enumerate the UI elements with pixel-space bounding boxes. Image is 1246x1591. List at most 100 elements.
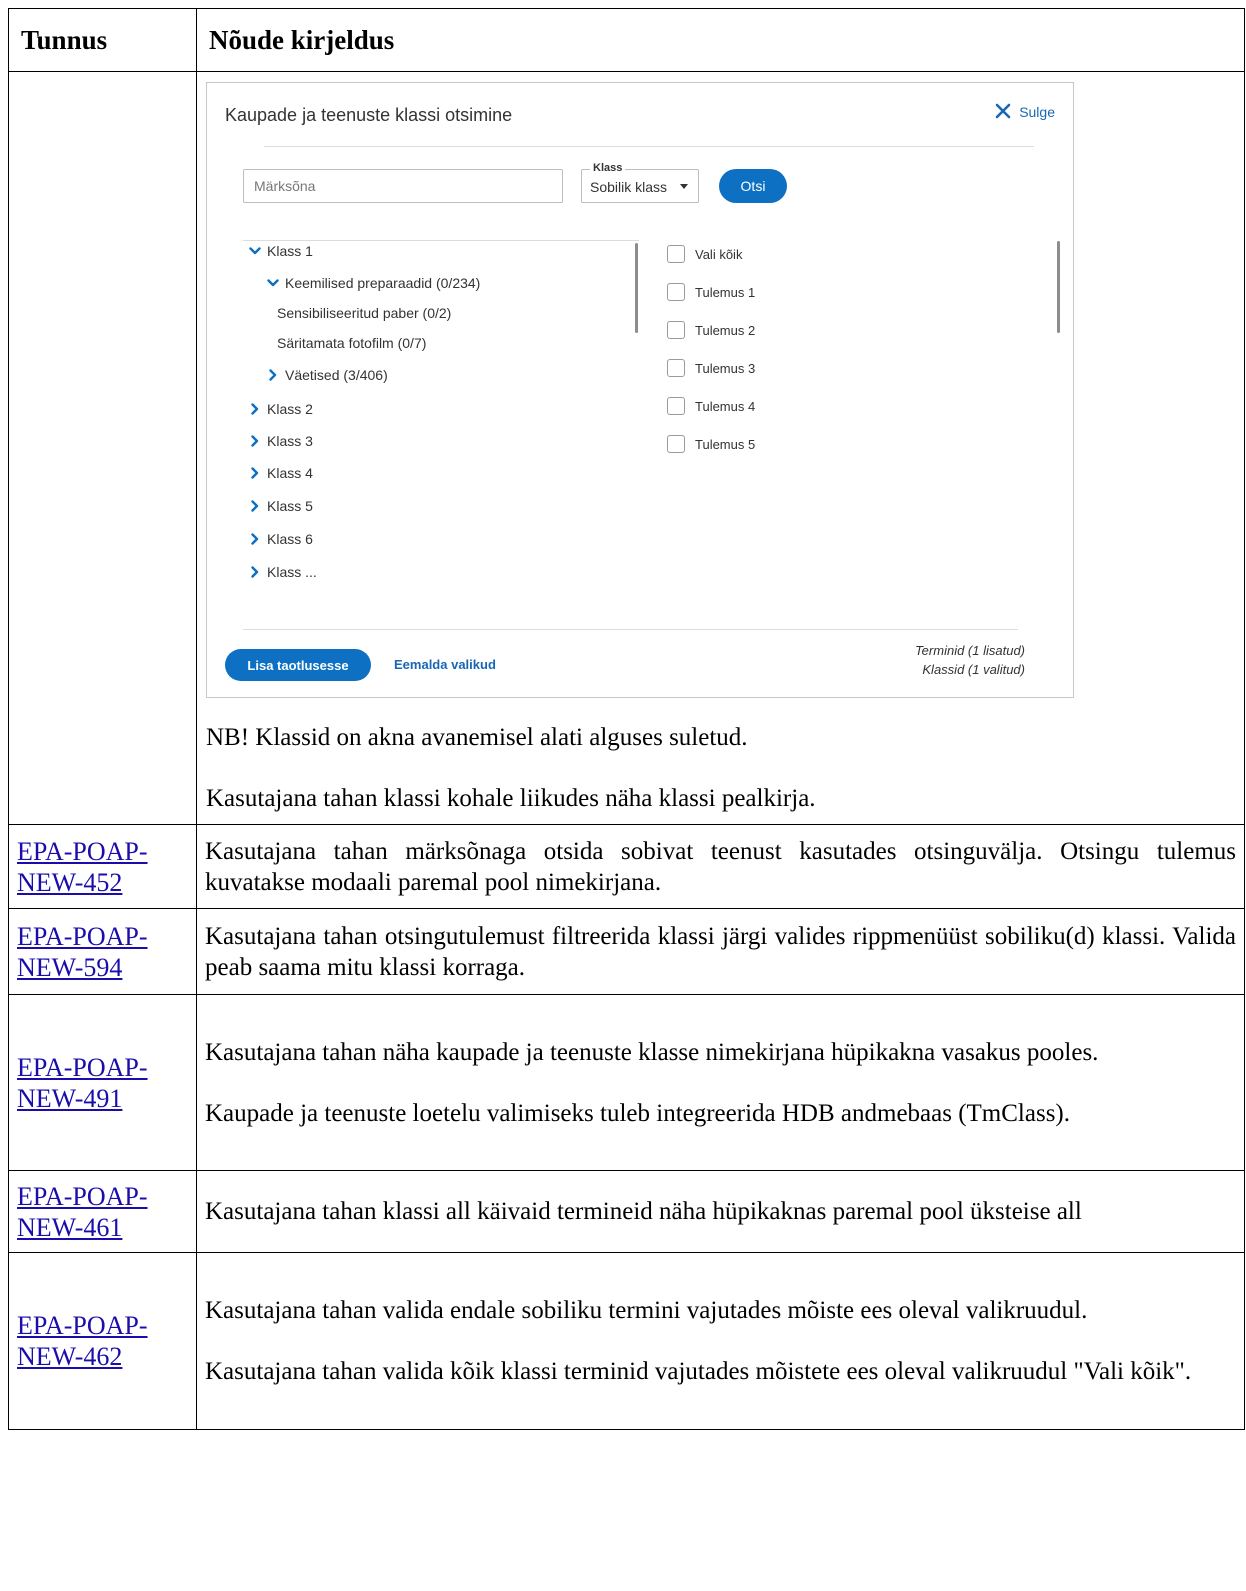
tree-item-label: Klass 5 bbox=[267, 498, 313, 514]
requirement-link[interactable]: EPA-POAP- NEW-594 bbox=[17, 921, 148, 983]
requirement-link[interactable]: EPA-POAP- NEW-461 bbox=[17, 1181, 148, 1243]
tree-item-label: Klass 3 bbox=[267, 433, 313, 449]
requirement-id-cell: EPA-POAP- NEW-452 bbox=[8, 824, 197, 909]
tree-item-label: Sensibiliseeritud paber (0/2) bbox=[277, 305, 452, 321]
link-line-2: NEW-491 bbox=[17, 1083, 123, 1113]
requirement-link[interactable]: EPA-POAP- NEW-491 bbox=[17, 1052, 148, 1114]
result-item[interactable]: Tulemus 4 bbox=[667, 397, 755, 415]
chevron-right-icon[interactable] bbox=[249, 533, 261, 545]
select-all-checkbox[interactable] bbox=[667, 245, 685, 263]
chevron-right-icon[interactable] bbox=[249, 500, 261, 512]
chevron-right-icon[interactable] bbox=[267, 369, 279, 381]
description-paragraph: Kasutajana tahan näha kaupade ja teenust… bbox=[205, 1038, 1099, 1066]
description-paragraph: Kasutajana tahan märksõnaga otsida sobiv… bbox=[205, 837, 1236, 896]
requirement-id-cell: EPA-POAP- NEW-491 bbox=[8, 994, 197, 1171]
select-all-item[interactable]: Vali kõik bbox=[667, 245, 742, 263]
result-item[interactable]: Tulemus 5 bbox=[667, 435, 755, 453]
result-item[interactable]: Tulemus 1 bbox=[667, 283, 755, 301]
table-row: EPA-POAP- NEW-461 Kasutajana tahan klassi… bbox=[8, 1170, 1245, 1253]
tree-item[interactable]: Klass 5 bbox=[249, 498, 313, 514]
header-id: Tunnus bbox=[8, 8, 197, 72]
result-checkbox[interactable] bbox=[667, 397, 685, 415]
tree-item-label: Klass 6 bbox=[267, 531, 313, 547]
title-divider bbox=[264, 146, 1034, 147]
requirement-description: Kasutajana tahan näha kaupade ja teenust… bbox=[196, 994, 1245, 1171]
empty-id-cell bbox=[8, 71, 197, 825]
table-row: EPA-POAP- NEW-594 Kasutajana tahan otsing… bbox=[8, 908, 1245, 995]
table-row: EPA-POAP- NEW-462 Kasutajana tahan valida… bbox=[8, 1252, 1245, 1430]
description-paragraph: Kasutajana tahan valida endale sobiliku … bbox=[205, 1297, 1088, 1324]
requirement-id-cell: EPA-POAP- NEW-461 bbox=[8, 1170, 197, 1253]
class-select-value: Sobilik klass bbox=[590, 179, 668, 195]
close-label: Sulge bbox=[1019, 104, 1055, 120]
close-button[interactable]: Sulge bbox=[995, 101, 1055, 123]
add-to-application-button[interactable]: Lisa taotlusesse bbox=[225, 649, 371, 681]
result-label: Tulemus 4 bbox=[695, 398, 756, 414]
chevron-down-icon[interactable] bbox=[267, 277, 279, 289]
tree-item-label: Klass 2 bbox=[267, 401, 313, 417]
tree-top-divider bbox=[243, 240, 639, 241]
chevron-right-icon[interactable] bbox=[249, 566, 261, 578]
class-select[interactable]: Klass Sobilik klass bbox=[581, 162, 699, 203]
mockup-cell: Kaupade ja teenuste klassi otsimine Sulg… bbox=[196, 71, 1245, 825]
remove-selections-link[interactable]: Eemalda valikud bbox=[394, 657, 496, 672]
link-line-1: EPA-POAP- bbox=[17, 921, 148, 951]
tree-item-label: Klass 1 bbox=[267, 243, 313, 259]
class-select-label: Klass bbox=[590, 162, 626, 174]
tree-item-label: Väetised (3/406) bbox=[285, 367, 388, 383]
link-line-2: NEW-452 bbox=[17, 867, 123, 897]
tree-item[interactable]: Klass 3 bbox=[249, 433, 313, 449]
table-row: EPA-POAP- NEW-491 Kasutajana tahan näha k… bbox=[8, 994, 1245, 1171]
modal-title: Kaupade ja teenuste klassi otsimine bbox=[225, 105, 513, 125]
table-row-mockup: Kaupade ja teenuste klassi otsimine Sulg… bbox=[8, 71, 1245, 825]
keyword-search-input[interactable] bbox=[243, 169, 563, 203]
selection-summary: Terminid (1 lisatud) Klassid (1 valitud) bbox=[915, 641, 1025, 679]
tree-item[interactable]: Klass 6 bbox=[249, 531, 313, 547]
tree-item[interactable]: Sensibiliseeritud paber (0/2) bbox=[277, 305, 451, 321]
tree-item[interactable]: Keemilised preparaadid (0/234) bbox=[267, 275, 480, 291]
tree-item[interactable]: Klass 4 bbox=[249, 465, 313, 481]
tree-item[interactable]: Klass 2 bbox=[249, 401, 313, 417]
summary-classes: Klassid (1 valitud) bbox=[922, 662, 1025, 677]
note-closed-classes: NB! Klassid on akna avanemisel alati alg… bbox=[206, 724, 748, 751]
link-line-2: NEW-462 bbox=[17, 1342, 123, 1371]
tree-item-label: Klass 4 bbox=[267, 465, 313, 481]
result-label: Vali kõik bbox=[695, 246, 743, 262]
link-line-1: EPA-POAP- bbox=[17, 1311, 148, 1340]
tree-item-label: Säritamata fotofilm (0/7) bbox=[277, 335, 427, 351]
tree-item-label: Klass ... bbox=[267, 564, 317, 580]
tree-item[interactable]: Väetised (3/406) bbox=[267, 367, 388, 383]
requirement-description: Kasutajana tahan otsingutulemust filtree… bbox=[196, 908, 1245, 995]
tree-item[interactable]: Klass 1 bbox=[249, 243, 313, 259]
search-button[interactable]: Otsi bbox=[719, 169, 787, 203]
requirements-table: Tunnus Nõude kirjeldus Kaupade ja teenus… bbox=[8, 8, 1245, 1430]
tree-item[interactable]: Klass ... bbox=[249, 564, 317, 580]
link-line-2: NEW-461 bbox=[17, 1212, 123, 1242]
requirement-id-cell: EPA-POAP- NEW-462 bbox=[8, 1252, 197, 1430]
result-item[interactable]: Tulemus 2 bbox=[667, 321, 755, 339]
chevron-right-icon[interactable] bbox=[249, 467, 261, 479]
caret-down-icon bbox=[680, 184, 688, 189]
result-label: Tulemus 5 bbox=[695, 436, 756, 452]
link-line-1: EPA-POAP- bbox=[17, 1181, 148, 1211]
chevron-right-icon[interactable] bbox=[249, 435, 261, 447]
tree-scrollbar[interactable] bbox=[635, 243, 638, 333]
description-paragraph: Kasutajana tahan klassi all käivaid term… bbox=[205, 1198, 1082, 1225]
description-paragraph: Kasutajana tahan valida kõik klassi term… bbox=[205, 1358, 1192, 1385]
requirement-description: Kasutajana tahan klassi all käivaid term… bbox=[196, 1170, 1245, 1253]
link-line-1: EPA-POAP- bbox=[17, 836, 148, 866]
tree-item-label: Keemilised preparaadid (0/234) bbox=[285, 275, 481, 291]
results-scrollbar[interactable] bbox=[1057, 241, 1060, 333]
result-item[interactable]: Tulemus 3 bbox=[667, 359, 755, 377]
requirement-link[interactable]: EPA-POAP- NEW-452 bbox=[17, 836, 148, 898]
requirement-link[interactable]: EPA-POAP- NEW-462 bbox=[17, 1310, 148, 1372]
class-search-modal: Kaupade ja teenuste klassi otsimine Sulg… bbox=[206, 82, 1074, 698]
tree-item[interactable]: Säritamata fotofilm (0/7) bbox=[277, 335, 426, 351]
result-checkbox[interactable] bbox=[667, 283, 685, 301]
requirement-description: Kasutajana tahan märksõnaga otsida sobiv… bbox=[196, 824, 1245, 909]
result-checkbox[interactable] bbox=[667, 321, 685, 339]
result-checkbox[interactable] bbox=[667, 435, 685, 453]
result-checkbox[interactable] bbox=[667, 359, 685, 377]
chevron-right-icon[interactable] bbox=[249, 403, 261, 415]
chevron-down-icon[interactable] bbox=[249, 245, 261, 257]
